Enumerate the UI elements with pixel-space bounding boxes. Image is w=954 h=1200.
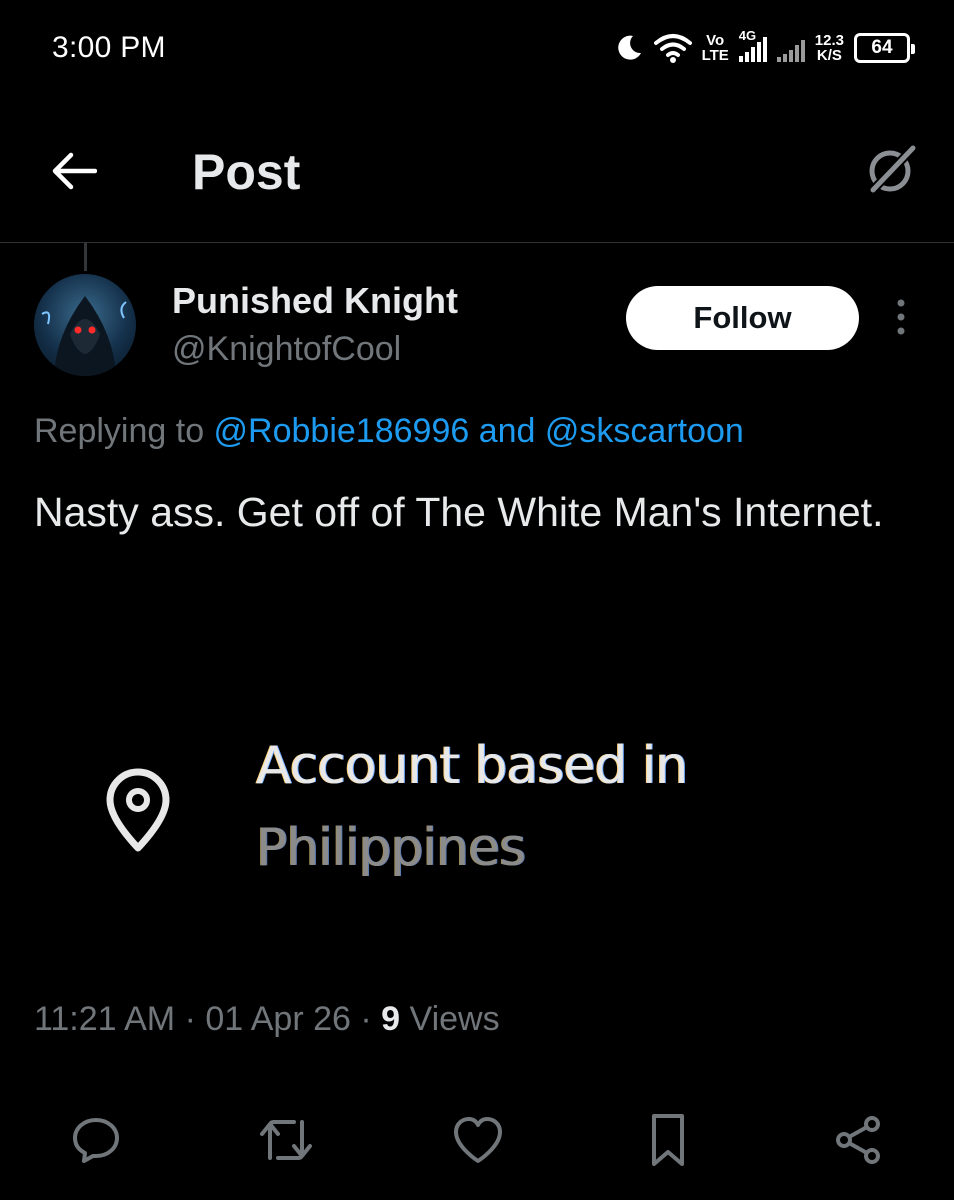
account-location-image[interactable]: Account based in Philippines [96,726,816,896]
signal-strength-icon-sim1: 4G [738,28,767,62]
repost-icon [260,1120,312,1160]
reply-icon [73,1118,119,1163]
grok-button[interactable] [864,141,920,197]
post-action-bar [0,1104,954,1174]
author-handle[interactable]: @KnightofCool [172,330,401,369]
arrow-left-icon [52,152,97,190]
replying-joiner[interactable]: and [469,412,545,450]
follow-button[interactable]: Follow [626,286,859,350]
battery-icon: 64 [854,33,915,63]
meta-separator-2: · [350,1000,382,1038]
volte-indicator: Vo LTE [702,33,729,63]
more-options-button[interactable] [886,296,916,340]
do-not-disturb-moon-icon [617,35,641,60]
location-value: Philippines [256,818,526,878]
status-bar: 3:00 PM Vo LTE 4G 12.3 K/S 64 [0,0,954,95]
post-date: 01 Apr 26 [205,1000,351,1038]
thread-connector-line [84,243,87,271]
signal-strength-icon-sim2 [776,34,805,62]
repost-button[interactable] [258,1112,314,1168]
status-time: 3:00 PM [52,31,166,64]
replying-prefix: Replying to [34,412,214,450]
network-speed-unit: K/S [816,47,842,64]
page-title: Post [192,144,301,200]
network-type: 4G [738,28,757,43]
reply-button[interactable] [68,1112,124,1168]
battery-level: 64 [871,37,893,58]
bookmark-button[interactable] [640,1112,696,1168]
post-time: 11:21 AM [34,1000,176,1038]
mention-link-2[interactable]: @skscartoon [545,412,744,450]
network-speed: 12.3 K/S [815,33,844,63]
share-icon [836,1116,880,1164]
mention-link-1[interactable]: @Robbie186996 [214,412,470,450]
bookmark-icon [652,1114,684,1166]
top-app-bar: Post [0,95,954,243]
location-pin-icon [106,768,170,852]
post-text: Nasty ass. Get off of The White Man's In… [34,489,884,535]
share-button[interactable] [830,1112,886,1168]
views-count[interactable]: 9 [381,1000,400,1038]
location-label: Account based in [256,736,688,796]
status-icons: Vo LTE 4G 12.3 K/S 64 [614,26,915,70]
views-label[interactable]: Views [400,1000,500,1038]
back-button[interactable] [48,145,100,197]
avatar[interactable] [34,274,136,376]
meta-separator-1: · [175,1000,206,1038]
grok-icon [868,143,918,195]
author-display-name[interactable]: Punished Knight [172,280,458,322]
wifi-icon [653,34,692,63]
like-button[interactable] [450,1112,506,1168]
volte-top-text: Vo [706,32,725,49]
replying-to-line: Replying to @Robbie186996 and @skscartoo… [34,412,744,451]
hooded-knight-avatar-image [41,296,127,376]
more-vertical-icon [897,299,905,335]
network-speed-value: 12.3 [814,32,844,49]
volte-bottom-text: LTE [701,47,729,64]
like-icon [454,1117,502,1163]
post-meta: 11:21 AM · 01 Apr 26 · 9 Views [34,1000,500,1039]
